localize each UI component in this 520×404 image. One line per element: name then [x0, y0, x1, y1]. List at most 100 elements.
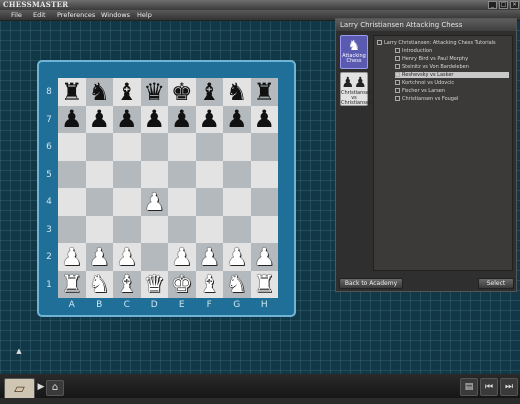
- play-arrow-icon[interactable]: ▶: [37, 382, 45, 394]
- square-f5[interactable]: [195, 160, 223, 188]
- white-knight-icon[interactable]: ♞: [88, 272, 110, 296]
- square-d3[interactable]: [140, 215, 168, 243]
- tree-item[interactable]: Steinitz vs Von Bardeleben: [395, 64, 509, 70]
- tree-item[interactable]: Reshevsky vs Lasker: [395, 72, 509, 78]
- square-e7[interactable]: ♟: [168, 105, 196, 133]
- white-bishop-icon[interactable]: ♝: [198, 272, 220, 296]
- square-b5[interactable]: [85, 160, 113, 188]
- square-d1[interactable]: ♛: [140, 270, 168, 298]
- white-pawn-icon[interactable]: ♟: [198, 245, 220, 269]
- square-c8[interactable]: ♝: [113, 78, 141, 106]
- square-g4[interactable]: [223, 188, 251, 216]
- square-a2[interactable]: ♟: [58, 243, 86, 271]
- square-e1[interactable]: ♚: [168, 270, 196, 298]
- square-f1[interactable]: ♝: [195, 270, 223, 298]
- black-rook-icon[interactable]: ♜: [253, 80, 275, 104]
- square-c2[interactable]: ♟: [113, 243, 141, 271]
- white-rook-icon[interactable]: ♜: [253, 272, 275, 296]
- white-rook-icon[interactable]: ♜: [61, 272, 83, 296]
- black-queen-icon[interactable]: ♛: [143, 80, 165, 104]
- square-c5[interactable]: [113, 160, 141, 188]
- square-a7[interactable]: ♟: [58, 105, 86, 133]
- square-c4[interactable]: [113, 188, 141, 216]
- white-pawn-icon[interactable]: ♟: [253, 245, 275, 269]
- black-pawn-icon[interactable]: ♟: [198, 107, 220, 131]
- square-a4[interactable]: [58, 188, 86, 216]
- square-a3[interactable]: [58, 215, 86, 243]
- map-icon[interactable]: ▱: [4, 378, 35, 400]
- menu-edit[interactable]: Edit: [33, 11, 46, 20]
- black-pawn-icon[interactable]: ♟: [116, 107, 138, 131]
- square-g7[interactable]: ♟: [223, 105, 251, 133]
- square-e8[interactable]: ♚: [168, 78, 196, 106]
- square-d2[interactable]: [140, 243, 168, 271]
- white-pawn-icon[interactable]: ♟: [116, 245, 138, 269]
- white-pawn-icon[interactable]: ♟: [171, 245, 193, 269]
- square-b7[interactable]: ♟: [85, 105, 113, 133]
- square-h2[interactable]: ♟: [250, 243, 278, 271]
- square-g5[interactable]: [223, 160, 251, 188]
- maximize-icon[interactable]: □: [499, 1, 508, 9]
- square-g8[interactable]: ♞: [223, 78, 251, 106]
- square-f7[interactable]: ♟: [195, 105, 223, 133]
- square-g1[interactable]: ♞: [223, 270, 251, 298]
- square-g3[interactable]: [223, 215, 251, 243]
- tree-root[interactable]: Larry Christiansen: Attacking Chess Tuto…: [377, 40, 509, 46]
- black-pawn-icon[interactable]: ♟: [226, 107, 248, 131]
- square-c3[interactable]: [113, 215, 141, 243]
- tree-item[interactable]: Henry Bird vs Paul Morphy: [395, 56, 509, 62]
- black-pawn-icon[interactable]: ♟: [88, 107, 110, 131]
- rewind-icon[interactable]: ⏮: [480, 378, 498, 396]
- square-e3[interactable]: [168, 215, 196, 243]
- white-pawn-icon[interactable]: ♟: [88, 245, 110, 269]
- black-bishop-icon[interactable]: ♝: [116, 80, 138, 104]
- square-h6[interactable]: [250, 133, 278, 161]
- black-bishop-icon[interactable]: ♝: [198, 80, 220, 104]
- expand-up-icon[interactable]: ▲: [12, 348, 26, 356]
- square-h3[interactable]: [250, 215, 278, 243]
- tree-item[interactable]: Introduction: [395, 48, 509, 54]
- square-d5[interactable]: [140, 160, 168, 188]
- black-rook-icon[interactable]: ♜: [61, 80, 83, 104]
- square-d8[interactable]: ♛: [140, 78, 168, 106]
- white-knight-icon[interactable]: ♞: [226, 272, 248, 296]
- minimize-icon[interactable]: _: [488, 1, 497, 9]
- white-queen-icon[interactable]: ♛: [143, 272, 165, 296]
- square-h4[interactable]: [250, 188, 278, 216]
- chess-board[interactable]: ♜ ♞ ♝ ♛ ♚ ♝ ♞ ♜ ♟ ♟ ♟ ♟ ♟ ♟ ♟ ♟ ♟ ♟ ♟ ♟ ♟ ♟ ♟ ♟ ♜ ♞ ♝ ♛ ♚ ♝ ♞ ♜: [58, 78, 278, 298]
- square-b3[interactable]: [85, 215, 113, 243]
- square-e6[interactable]: [168, 133, 196, 161]
- square-b4[interactable]: [85, 188, 113, 216]
- tree-item[interactable]: Fischer vs Larsen: [395, 88, 509, 94]
- menu-windows[interactable]: Windows: [101, 11, 130, 20]
- black-pawn-icon[interactable]: ♟: [171, 107, 193, 131]
- white-pawn-icon[interactable]: ♟: [61, 245, 83, 269]
- square-b2[interactable]: ♟: [85, 243, 113, 271]
- select-button[interactable]: Select: [478, 278, 514, 289]
- white-pawn-icon[interactable]: ♟: [226, 245, 248, 269]
- square-e2[interactable]: ♟: [168, 243, 196, 271]
- menu-file[interactable]: File: [11, 11, 22, 20]
- square-d6[interactable]: [140, 133, 168, 161]
- square-b6[interactable]: [85, 133, 113, 161]
- square-g6[interactable]: [223, 133, 251, 161]
- black-pawn-icon[interactable]: ♟: [61, 107, 83, 131]
- square-g2[interactable]: ♟: [223, 243, 251, 271]
- black-knight-icon[interactable]: ♞: [226, 80, 248, 104]
- tree-item[interactable]: Kortchnoi vs Udovcic: [395, 80, 509, 86]
- square-h1[interactable]: ♜: [250, 270, 278, 298]
- square-c6[interactable]: [113, 133, 141, 161]
- square-e4[interactable]: [168, 188, 196, 216]
- academy-icon[interactable]: ⌂: [46, 380, 64, 396]
- book-icon[interactable]: ▤: [460, 378, 478, 396]
- square-b8[interactable]: ♞: [85, 78, 113, 106]
- square-c7[interactable]: ♟: [113, 105, 141, 133]
- square-h5[interactable]: [250, 160, 278, 188]
- white-bishop-icon[interactable]: ♝: [116, 272, 138, 296]
- square-a5[interactable]: [58, 160, 86, 188]
- square-f6[interactable]: [195, 133, 223, 161]
- square-d7[interactable]: ♟: [140, 105, 168, 133]
- square-a1[interactable]: ♜: [58, 270, 86, 298]
- white-pawn-icon[interactable]: ♟: [143, 190, 165, 214]
- square-h8[interactable]: ♜: [250, 78, 278, 106]
